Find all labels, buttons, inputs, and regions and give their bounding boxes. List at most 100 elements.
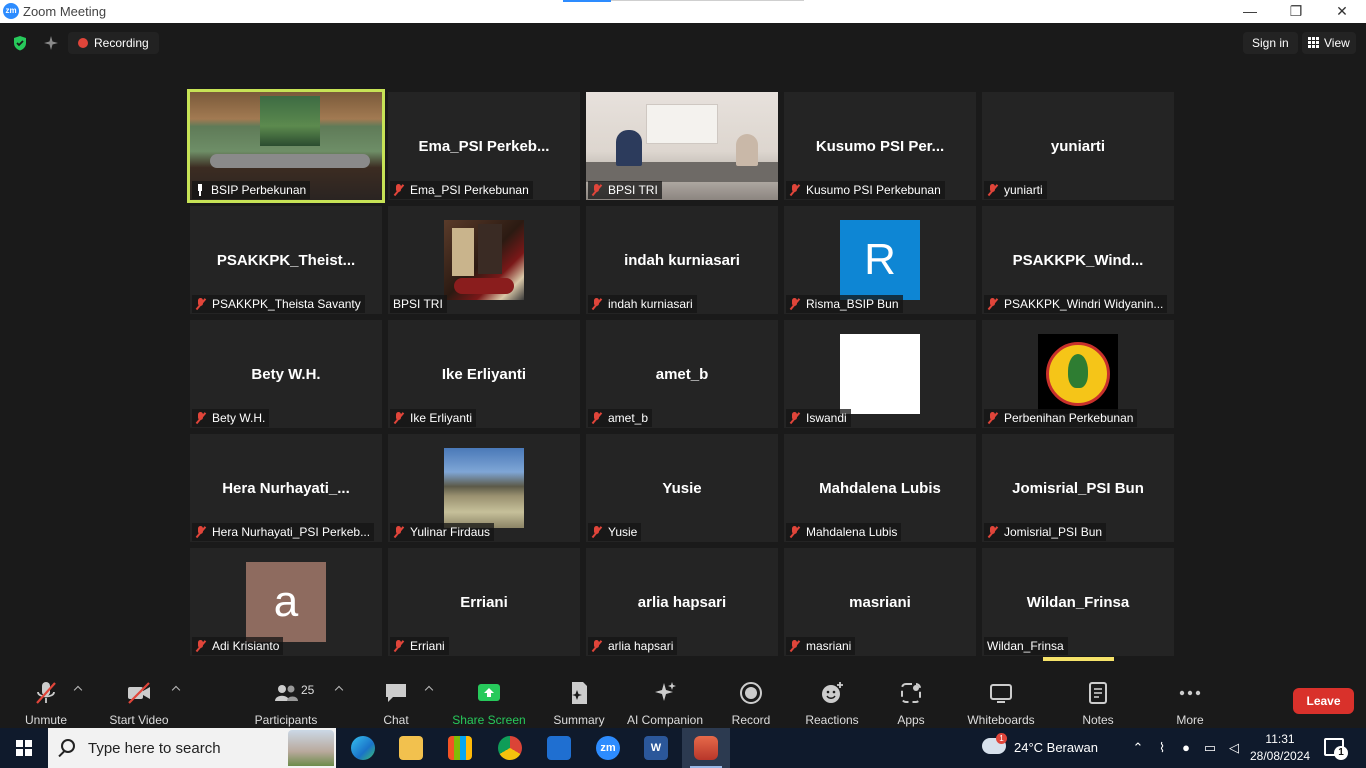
more-button[interactable]: More xyxy=(1170,674,1210,728)
apps-icon xyxy=(901,683,921,703)
participant-tile[interactable]: indah kurniasari indah kurniasari xyxy=(586,206,778,314)
chat-button[interactable]: Chat xyxy=(376,674,416,728)
meeting-controls-toolbar: Unmute Start Video Participants 25 Chat … xyxy=(0,674,1366,728)
taskbar-search[interactable]: Type here to search xyxy=(48,728,336,768)
battery-icon[interactable]: ▭ xyxy=(1198,740,1222,756)
notes-icon xyxy=(1089,682,1107,704)
chevron-up-icon[interactable]: ⌃ xyxy=(1126,740,1150,756)
participant-tile[interactable]: Yulinar Firdaus xyxy=(388,434,580,542)
share-screen-button[interactable]: Share Screen xyxy=(452,674,526,728)
participant-name-label: Yulinar Firdaus xyxy=(390,523,495,541)
mic-muted-icon xyxy=(195,640,206,652)
taskbar-recorder[interactable] xyxy=(682,728,730,768)
notification-center-icon[interactable]: 1 xyxy=(1324,738,1348,760)
store-icon xyxy=(448,736,472,760)
unmute-label: Unmute xyxy=(24,713,68,727)
participant-name-text: BPSI TRI xyxy=(608,183,658,197)
participant-tile[interactable]: Ema_PSI Perkeb... Ema_PSI Perkebunan xyxy=(388,92,580,200)
participant-tile[interactable]: R Risma_BSIP Bun xyxy=(784,206,976,314)
taskbar-chrome[interactable] xyxy=(486,728,534,768)
zoom-app-icon: zm xyxy=(3,3,19,19)
notes-label: Notes xyxy=(1082,713,1114,727)
participant-tile[interactable]: arlia hapsari arlia hapsari xyxy=(586,548,778,656)
start-video-label: Start Video xyxy=(109,713,169,727)
video-off-icon xyxy=(128,682,150,704)
participant-display-name: amet_b xyxy=(655,366,709,383)
start-video-button[interactable]: Start Video xyxy=(104,674,174,728)
participant-tile[interactable]: PSAKKPK_Theist... PSAKKPK_Theista Savanty xyxy=(190,206,382,314)
participant-name-label: PSAKKPK_Theista Savanty xyxy=(192,295,365,313)
more-label: More xyxy=(1176,713,1204,727)
participant-tile[interactable]: Hera Nurhayati_... Hera Nurhayati_PSI Per… xyxy=(190,434,382,542)
recording-indicator[interactable]: Recording xyxy=(68,32,159,54)
participant-tile[interactable]: yuniarti yuniarti xyxy=(982,92,1174,200)
participant-tile[interactable]: PSAKKPK_Wind... PSAKKPK_Windri Widyanin..… xyxy=(982,206,1174,314)
taskbar-edge[interactable] xyxy=(339,728,387,768)
mic-muted-icon xyxy=(987,526,998,538)
mic-muted-icon xyxy=(195,526,206,538)
whiteboard-icon xyxy=(990,684,1012,703)
close-button[interactable]: ✕ xyxy=(1319,0,1365,22)
participant-tile[interactable]: BPSI TRI xyxy=(586,92,778,200)
sparkle-icon[interactable] xyxy=(42,34,60,52)
participant-tile[interactable]: Yusie Yusie xyxy=(586,434,778,542)
participants-label: Participants xyxy=(254,713,318,727)
participant-tile[interactable]: BPSI TRI xyxy=(388,206,580,314)
taskbar-store[interactable] xyxy=(436,728,484,768)
audio-options-caret[interactable] xyxy=(73,684,83,694)
taskbar-mail[interactable] xyxy=(535,728,583,768)
ai-companion-button[interactable]: AI Companion xyxy=(624,674,706,728)
start-button[interactable] xyxy=(0,728,48,768)
record-icon xyxy=(740,682,762,704)
participant-name-label: Perbenihan Perkebunan xyxy=(984,409,1138,427)
participant-name-label: Jomisrial_PSI Bun xyxy=(984,523,1107,541)
reactions-button[interactable]: Reactions xyxy=(803,674,861,728)
participant-tile[interactable]: Kusumo PSI Per... Kusumo PSI Perkebunan xyxy=(784,92,976,200)
mic-muted-icon xyxy=(195,298,206,310)
participant-name-text: Ike Erliyanti xyxy=(410,411,473,425)
participant-display-name: Yusie xyxy=(662,480,702,497)
folder-icon xyxy=(399,736,423,760)
taskbar-clock[interactable]: 11:31 28/08/2024 xyxy=(1250,731,1310,765)
summary-button[interactable]: Summary xyxy=(549,674,609,728)
participant-name-label: Ike Erliyanti xyxy=(390,409,477,427)
microphone-icon[interactable]: ● xyxy=(1174,740,1198,755)
volume-muted-icon[interactable]: ◁ xyxy=(1222,740,1246,756)
maximize-button[interactable]: ❐ xyxy=(1273,0,1319,22)
sign-in-button[interactable]: Sign in xyxy=(1243,32,1298,54)
meeting-top-bar: Recording Sign in View xyxy=(0,23,1366,63)
participant-tile[interactable]: Jomisrial_PSI Bun Jomisrial_PSI Bun xyxy=(982,434,1174,542)
summary-label: Summary xyxy=(553,713,605,727)
taskbar-file-explorer[interactable] xyxy=(387,728,435,768)
participant-tile[interactable]: Iswandi xyxy=(784,320,976,428)
taskbar-zoom[interactable]: zm xyxy=(584,728,632,768)
apps-button[interactable]: Apps xyxy=(891,674,931,728)
taskbar-word[interactable]: W xyxy=(632,728,680,768)
record-button[interactable]: Record xyxy=(728,674,774,728)
participant-tile[interactable]: BSIP Perbekunan xyxy=(187,89,385,203)
participant-tile[interactable]: Ike Erliyanti Ike Erliyanti xyxy=(388,320,580,428)
participant-tile[interactable]: masriani masriani xyxy=(784,548,976,656)
video-options-caret[interactable] xyxy=(171,684,181,694)
reactions-icon xyxy=(822,682,843,703)
leave-button[interactable]: Leave xyxy=(1293,688,1354,714)
chat-options-caret[interactable] xyxy=(424,684,434,694)
participant-tile[interactable]: Wildan_Frinsa Wildan_Frinsa xyxy=(982,548,1174,656)
participant-tile[interactable]: Bety W.H. Bety W.H. xyxy=(190,320,382,428)
participant-tile[interactable]: a Adi Krisianto xyxy=(190,548,382,656)
participant-tile[interactable]: Perbenihan Perkebunan xyxy=(982,320,1174,428)
mic-muted-icon xyxy=(591,640,602,652)
participant-name-text: BPSI TRI xyxy=(393,297,443,311)
unmute-button[interactable]: Unmute xyxy=(16,674,76,728)
participant-tile[interactable]: Mahdalena Lubis Mahdalena Lubis xyxy=(784,434,976,542)
view-button[interactable]: View xyxy=(1302,32,1356,54)
whiteboards-button[interactable]: Whiteboards xyxy=(963,674,1039,728)
participants-options-caret[interactable] xyxy=(334,684,344,694)
shield-check-icon[interactable] xyxy=(12,35,28,51)
notes-button[interactable]: Notes xyxy=(1078,674,1118,728)
participant-tile[interactable]: Erriani Erriani xyxy=(388,548,580,656)
avatar: R xyxy=(840,220,920,300)
minimize-button[interactable]: — xyxy=(1227,0,1273,22)
wifi-icon[interactable]: ⌇ xyxy=(1150,740,1174,756)
participant-tile[interactable]: amet_b amet_b xyxy=(586,320,778,428)
